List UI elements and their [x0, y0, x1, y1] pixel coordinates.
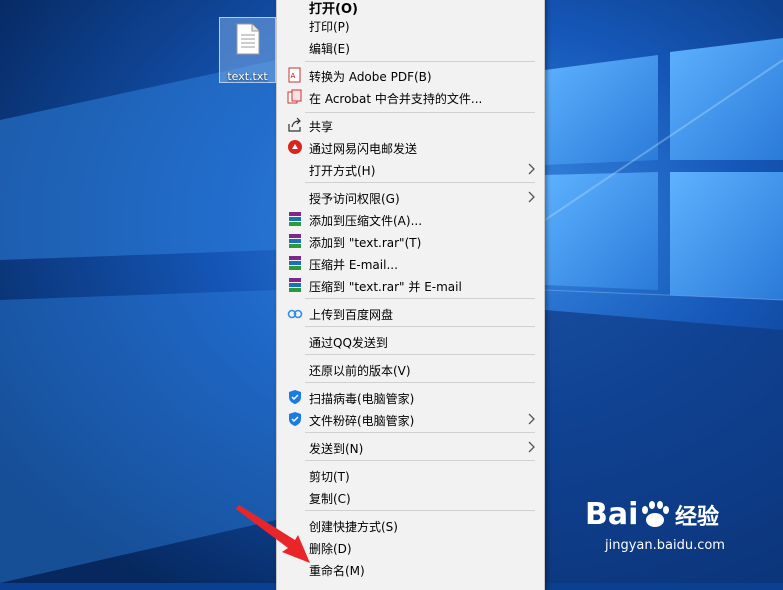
baidu-paw-logo: Bai 经验: [585, 497, 719, 532]
watermark-brand-suffix: 经验: [675, 504, 719, 530]
watermark-url: jingyan.baidu.com: [605, 538, 725, 553]
watermark-brand: Bai: [585, 497, 638, 532]
